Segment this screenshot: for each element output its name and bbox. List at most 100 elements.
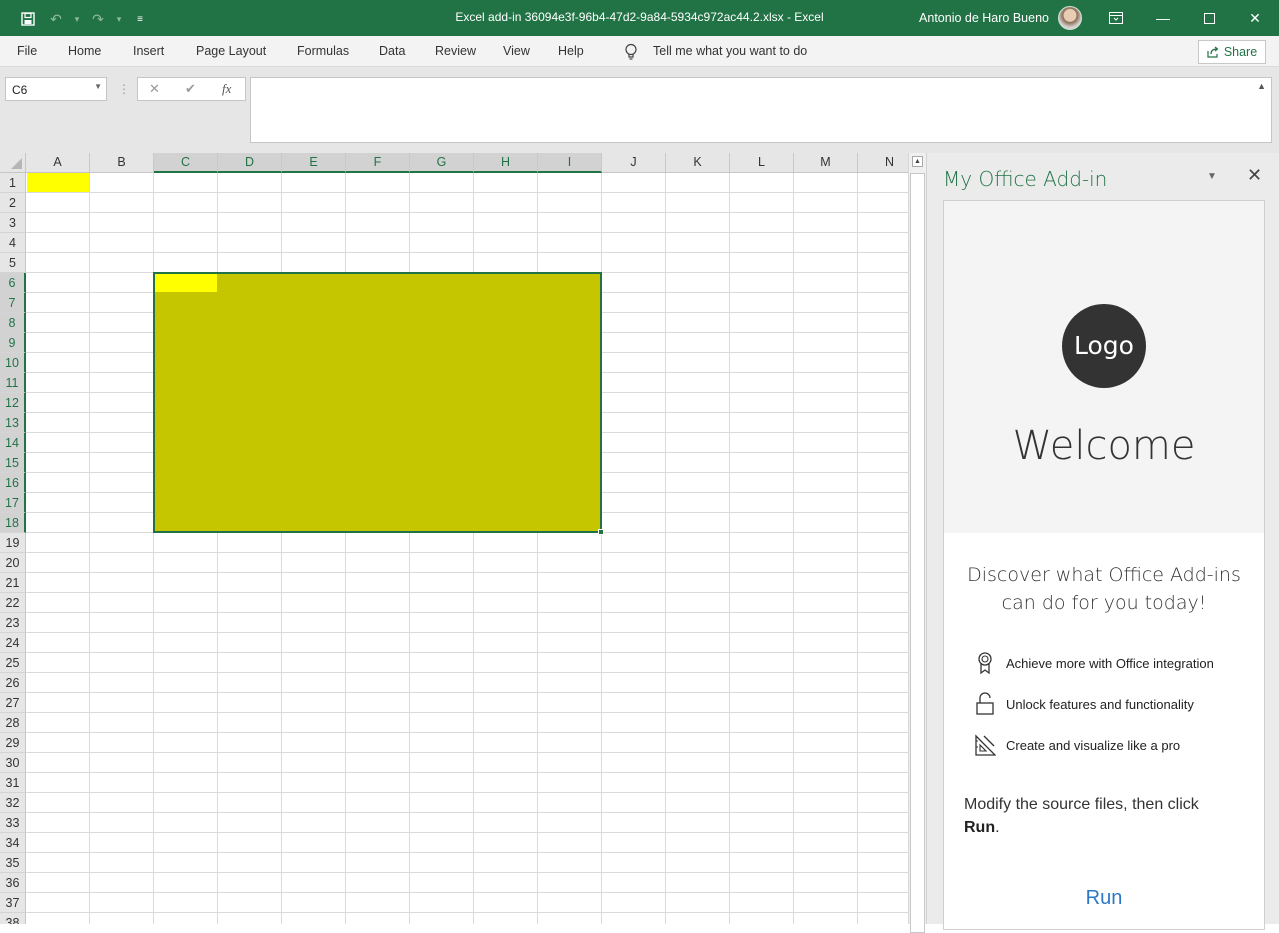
row-header[interactable]: 15 [0,453,26,473]
row-header[interactable]: 28 [0,713,26,733]
row-header[interactable]: 13 [0,413,26,433]
row-header[interactable]: 8 [0,313,26,333]
column-header[interactable]: F [346,153,410,173]
lightbulb-icon[interactable] [624,43,638,61]
row-header[interactable]: 32 [0,793,26,813]
column-header[interactable]: D [218,153,282,173]
tab-help[interactable]: Help [558,44,584,58]
row-header[interactable]: 3 [0,213,26,233]
row-header[interactable]: 4 [0,233,26,253]
row-header[interactable]: 26 [0,673,26,693]
row-header[interactable]: 5 [0,253,26,273]
row-header[interactable]: 31 [0,773,26,793]
feature-label: Create and visualize like a pro [1006,737,1181,753]
tab-home[interactable]: Home [68,44,101,58]
feature-item: Create and visualize like a pro [974,733,1180,757]
row-header[interactable]: 6 [0,273,26,293]
maximize-icon[interactable] [1186,0,1232,36]
worksheet-grid[interactable]: ABCDEFGHIJKLMN 1 2 3 4 5 6 7 8 9 10 11 12 13 14 15 16 17… [0,153,908,924]
column-header[interactable]: B [90,153,154,173]
run-button[interactable]: Run [944,887,1264,910]
row-header[interactable]: 1 [0,173,26,193]
ribbon-tabs: File Home Insert Page Layout Formulas Da… [0,36,1279,67]
insert-function-icon[interactable]: fx [222,81,231,97]
avatar[interactable] [1058,6,1082,30]
row-header[interactable]: 37 [0,893,26,913]
column-header[interactable]: I [538,153,602,173]
row-header[interactable]: 20 [0,553,26,573]
share-button[interactable]: Share [1198,40,1266,64]
row-header[interactable]: 12 [0,393,26,413]
formula-buttons: ✕ ✔ fx [137,77,246,101]
row-header[interactable]: 33 [0,813,26,833]
tab-formulas[interactable]: Formulas [297,44,349,58]
fill-handle[interactable] [598,529,604,535]
minimize-icon[interactable]: — [1140,0,1186,36]
row-header[interactable]: 14 [0,433,26,453]
row-header[interactable]: 29 [0,733,26,753]
confirm-entry-icon[interactable]: ✔ [185,81,196,97]
row-header[interactable]: 24 [0,633,26,653]
row-header[interactable]: 16 [0,473,26,493]
tab-review[interactable]: Review [435,44,476,58]
row-header[interactable]: 34 [0,833,26,853]
name-box-dropdown-icon[interactable]: ▼ [94,82,102,91]
task-pane-close-icon[interactable]: ✕ [1247,165,1262,186]
modify-text: Modify the source files, then click [964,796,1199,813]
row-header[interactable]: 2 [0,193,26,213]
column-header[interactable]: L [730,153,794,173]
column-header[interactable]: E [282,153,346,173]
row-header[interactable]: 38 [0,913,26,924]
close-icon[interactable]: ✕ [1232,0,1278,36]
row-header[interactable]: 18 [0,513,26,533]
formula-input[interactable]: ▲ [250,77,1272,143]
formula-bar-resize-handle[interactable]: ⋮ [118,82,130,96]
modify-run-bold: Run [964,819,996,836]
tab-insert[interactable]: Insert [133,44,164,58]
task-pane-options-icon[interactable]: ▼ [1207,171,1217,182]
row-header[interactable]: 30 [0,753,26,773]
column-header[interactable]: K [666,153,730,173]
row-header[interactable]: 9 [0,333,26,353]
scroll-up-icon[interactable]: ▲ [912,156,923,167]
row-header[interactable]: 11 [0,373,26,393]
row-header[interactable]: 22 [0,593,26,613]
add-in-content: Logo Welcome Discover what Office Add-in… [943,200,1265,930]
row-header[interactable]: 17 [0,493,26,513]
scroll-thumb[interactable] [910,173,925,933]
row-header[interactable]: 25 [0,653,26,673]
column-header[interactable]: H [474,153,538,173]
row-header[interactable]: 10 [0,353,26,373]
vertical-scrollbar[interactable]: ▲ [908,153,926,933]
cancel-entry-icon[interactable]: ✕ [149,81,160,97]
tab-file[interactable]: File [17,44,37,58]
column-header[interactable]: G [410,153,474,173]
row-header[interactable]: 36 [0,873,26,893]
task-pane: My Office Add-in ▼ ✕ Logo Welcome Discov… [926,153,1279,930]
column-header[interactable]: M [794,153,858,173]
select-all-button[interactable] [0,153,26,173]
discover-text: Discover what Office Add-ins can do for … [967,564,1241,614]
row-header[interactable]: 35 [0,853,26,873]
selected-range[interactable] [153,272,602,533]
user-name[interactable]: Antonio de Haro Bueno [919,11,1049,25]
row-header[interactable]: 27 [0,693,26,713]
active-cell[interactable] [155,274,217,292]
tab-view[interactable]: View [503,44,530,58]
cell-a1-highlight[interactable] [27,173,89,192]
tell-me-search[interactable]: Tell me what you want to do [653,44,807,58]
unlock-icon [976,692,994,715]
row-header[interactable]: 21 [0,573,26,593]
collapse-formula-bar-icon[interactable]: ▲ [1257,81,1266,91]
ribbon-display-options-icon[interactable] [1093,0,1139,36]
column-header[interactable]: J [602,153,666,173]
row-header[interactable]: 19 [0,533,26,553]
column-header[interactable]: A [26,153,90,173]
row-header[interactable]: 7 [0,293,26,313]
tab-page-layout[interactable]: Page Layout [196,44,266,58]
column-header[interactable]: N [858,153,908,173]
column-header[interactable]: C [154,153,218,173]
name-box[interactable]: C6 ▼ [5,77,107,101]
row-header[interactable]: 23 [0,613,26,633]
tab-data[interactable]: Data [379,44,405,58]
